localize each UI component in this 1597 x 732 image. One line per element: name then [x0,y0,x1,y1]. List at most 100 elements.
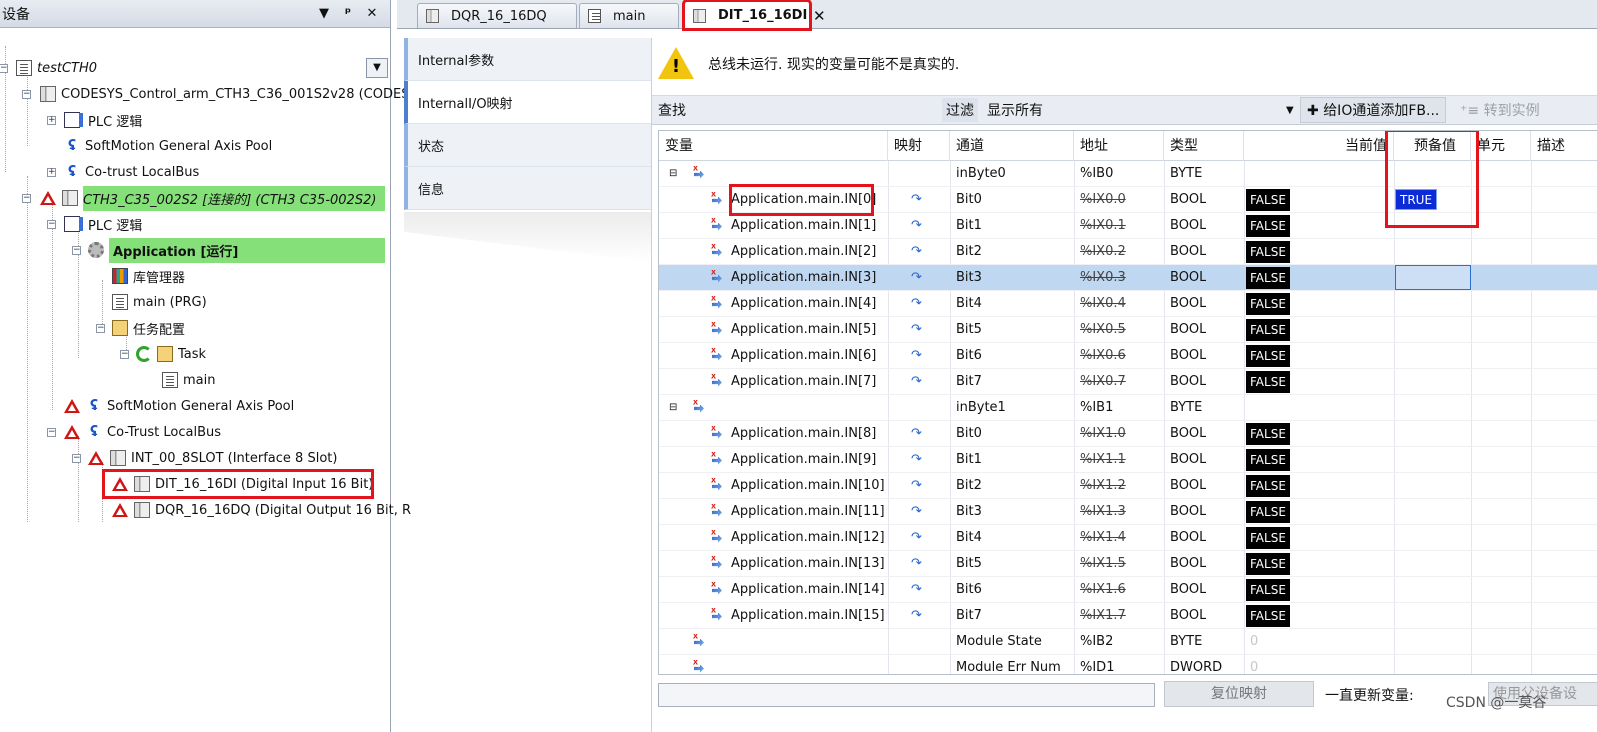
table-row[interactable]: Application.main.IN[2] ↷ Bit2 %IX0.2 BOOL FAL… [659,239,1597,265]
prepared-value-editor[interactable] [1395,265,1471,290]
tab-info[interactable]: 信息 [404,167,651,210]
close-panel-icon[interactable]: ✕ [360,6,384,21]
find-label[interactable]: 查找 [658,100,686,120]
type-cell: BOOL [1170,322,1207,337]
variable-cell[interactable]: Application.main.IN[15] [731,603,885,629]
tree-dqr-16-16dq[interactable]: DQR_16_16DQ (Digital Output 16 Bit, R [112,498,411,522]
close-tab-icon[interactable]: ✕ [813,7,826,25]
table-row[interactable]: Application.main.IN[8] ↷ Bit0 %IX1.0 BOOL FAL… [659,421,1597,447]
type-cell: BOOL [1170,192,1207,207]
tab-main[interactable]: main [579,3,679,28]
tree-cotrust-localbus-1[interactable]: ʢ Co-trust LocalBus [64,160,199,184]
variable-cell[interactable]: Application.main.IN[11] [731,499,885,525]
table-row[interactable]: Module State %IB2 BYTE 0 [659,629,1597,655]
col-current-value[interactable]: 当前值 [1244,131,1394,161]
pin-icon[interactable]: ᵖ [336,6,360,21]
reset-mapping-button[interactable]: 复位映射 [1164,681,1314,707]
variable-cell[interactable]: Application.main.IN[4] [731,291,876,317]
col-channel[interactable]: 通道 [950,131,1074,161]
tree-int-8slot[interactable]: INT_00_8SLOT (Interface 8 Slot) [88,446,337,470]
table-row[interactable]: ⊟ inByte1 %IB1 BYTE [659,395,1597,421]
tab-internal-params[interactable]: Internal参数 [404,38,651,81]
table-row[interactable]: Application.main.IN[10] ↷ Bit2 %IX1.2 BOOL FA… [659,473,1597,499]
col-variable[interactable]: 变量 [659,131,888,161]
col-description[interactable]: 描述 [1531,131,1597,161]
tree-main-prg[interactable]: main (PRG) [112,290,207,314]
io-variable-icon [711,551,725,577]
table-row[interactable]: Application.main.IN[11] ↷ Bit3 %IX1.3 BOOL FA… [659,499,1597,525]
tree-plc-logic-1[interactable]: PLC 逻辑 [64,108,142,132]
tab-dit-16-16di[interactable]: DIT_16_16DI [682,0,812,31]
table-row[interactable]: Application.main.IN[3] ↷ Bit3 %IX0.3 BOOL FAL… [659,265,1597,291]
module-icon [134,476,150,492]
variable-cell[interactable]: Application.main.IN[3] [731,265,876,291]
table-row[interactable]: Application.main.IN[12] ↷ Bit4 %IX1.4 BOOL FA… [659,525,1597,551]
table-row[interactable]: Application.main.IN[14] ↷ Bit6 %IX1.6 BOOL FA… [659,577,1597,603]
variable-cell[interactable]: Application.main.IN[1] [731,213,876,239]
tree-device-cth3-c35[interactable]: CTH3_C35_002S2 [连接的] (CTH3 C35-002S2) [40,185,385,211]
channel-cell: inByte1 [956,400,1006,415]
variable-cell[interactable]: Application.main.IN[9] [731,447,876,473]
type-cell: BOOL [1170,452,1207,467]
panel-dropdown-icon[interactable]: ▼ [312,6,336,21]
add-fb-button[interactable]: ✚ 给IO通道添加FB... [1300,97,1447,123]
program-call-icon [162,372,178,388]
type-cell: BOOL [1170,478,1207,493]
table-row[interactable]: Application.main.IN[6] ↷ Bit6 %IX0.6 BOOL FAL… [659,343,1597,369]
tab-status[interactable]: 状态 [404,124,651,167]
collapse-icon[interactable]: ⊟ [669,161,677,187]
tree-plc-logic-2[interactable]: PLC 逻辑 [64,212,142,236]
type-cell: BOOL [1170,374,1207,389]
variable-cell[interactable]: Application.main.IN[5] [731,317,876,343]
tree-cotrust-localbus-2[interactable]: ʢ Co-Trust LocalBus [64,420,221,444]
io-variable-icon [711,187,725,213]
table-row[interactable]: Application.main.IN[5] ↷ Bit5 %IX0.5 BOOL FAL… [659,317,1597,343]
tree-softmotion-pool-2[interactable]: ʢ SoftMotion General Axis Pool [64,394,294,418]
tree-task[interactable]: Task [136,342,206,366]
table-row[interactable]: Module Err Num %ID1 DWORD 0 [659,655,1597,675]
table-row[interactable]: Application.main.IN[13] ↷ Bit5 %IX1.5 BOOL FA… [659,551,1597,577]
channel-cell: Bit5 [956,322,982,337]
filter-select[interactable]: 显示所有 [987,100,1043,120]
table-row[interactable]: Application.main.IN[4] ↷ Bit4 %IX0.4 BOOL FAL… [659,291,1597,317]
variable-cell[interactable]: Application.main.IN[8] [731,421,876,447]
tree-device-codesys-control[interactable]: CODESYS_Control_arm_CTH3_C36_001S2v28 (C… [40,82,409,106]
tree-task-main[interactable]: main [162,368,215,392]
type-cell: BOOL [1170,270,1207,285]
variable-cell[interactable]: Application.main.IN[7] [731,369,876,395]
table-row[interactable]: Application.main.IN[9] ↷ Bit1 %IX1.1 BOOL FAL… [659,447,1597,473]
tree-softmotion-pool-1[interactable]: ʢ SoftMotion General Axis Pool [64,134,272,158]
variable-cell[interactable]: Application.main.IN[13] [731,551,885,577]
tree-task-config[interactable]: 任务配置 [112,316,185,340]
tree-project[interactable]: testCTH0 [16,56,97,80]
variable-cell[interactable]: Application.main.IN[12] [731,525,885,551]
chevron-down-icon[interactable]: ▼ [1286,105,1294,116]
goto-instance-button[interactable]: ⁺≡ 转到实例 [1460,100,1540,120]
bottom-input[interactable] [658,683,1155,707]
variable-cell[interactable]: Application.main.IN[6] [731,343,876,369]
mapping-icon: ↷ [911,322,922,337]
tree-dropdown-button[interactable]: ▼ [366,58,388,78]
table-row[interactable]: Application.main.IN[15] ↷ Bit7 %IX1.7 BOOL FA… [659,603,1597,629]
io-variable-icon [711,291,725,317]
address-cell: %ID1 [1080,660,1115,675]
variable-cell[interactable]: Application.main.IN[14] [731,577,885,603]
collapse-icon[interactable]: ⊟ [669,395,677,421]
io-variable-icon [711,525,725,551]
col-unit[interactable]: 单元 [1471,131,1531,161]
channel-cell: Bit7 [956,374,982,389]
tree-library-manager[interactable]: 库管理器 [112,264,185,288]
col-address[interactable]: 地址 [1074,131,1164,161]
col-mapping[interactable]: 映射 [888,131,950,161]
col-type[interactable]: 类型 [1164,131,1244,161]
tab-internal-io-mapping[interactable]: InternalI/O映射 [404,81,651,124]
channel-cell: Bit5 [956,556,982,571]
tree-application[interactable]: Application [运行] [88,237,385,263]
tab-dqr-16-16dq[interactable]: DQR_16_16DQ [417,3,577,28]
tree-dit-16-16di[interactable]: DIT_16_16DI (Digital Input 16 Bit) [102,469,374,499]
type-cell: BOOL [1170,348,1207,363]
channel-cell: Bit7 [956,608,982,623]
variable-cell[interactable]: Application.main.IN[2] [731,239,876,265]
variable-cell[interactable]: Application.main.IN[10] [731,473,885,499]
table-row[interactable]: Application.main.IN[7] ↷ Bit7 %IX0.7 BOOL FAL… [659,369,1597,395]
